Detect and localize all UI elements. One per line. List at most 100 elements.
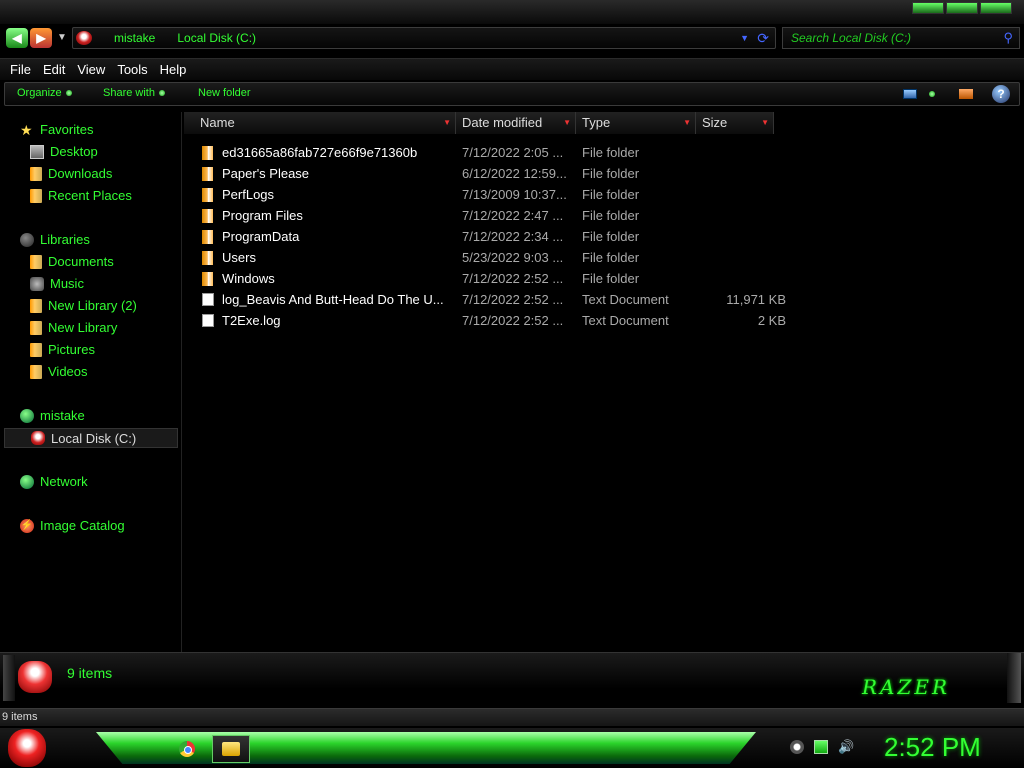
file-date: 7/13/2009 10:37... xyxy=(462,187,567,202)
back-button[interactable]: ◀ xyxy=(6,28,28,48)
column-size[interactable]: Size ▼ xyxy=(696,112,774,134)
details-item-count: 9 items xyxy=(67,665,113,681)
file-name: ProgramData xyxy=(222,229,300,244)
address-row: ◀ ▶ ▼ mistake Local Disk (C:) ▼ ⟳ ⚲ xyxy=(0,26,1024,52)
file-row[interactable]: Paper's Please 6/12/2022 12:59... File f… xyxy=(202,164,802,184)
nav-label: Favorites xyxy=(40,122,94,137)
nav-image-catalog[interactable]: ⚡ Image Catalog xyxy=(20,518,125,533)
help-icon[interactable]: ? xyxy=(992,85,1010,103)
window-controls xyxy=(912,2,1012,14)
change-view-icon[interactable] xyxy=(903,89,917,99)
volume-icon[interactable]: 🔊 xyxy=(838,740,854,754)
close-button[interactable] xyxy=(980,2,1012,14)
nav-recent-places[interactable]: Recent Places xyxy=(30,188,132,203)
file-row[interactable]: Users 5/23/2022 9:03 ... File folder xyxy=(202,248,802,268)
nav-network[interactable]: Network xyxy=(20,474,88,489)
new-folder-button[interactable]: New folder xyxy=(198,87,251,99)
column-filter-icon[interactable]: ▼ xyxy=(683,112,691,134)
navigation-pane: ★ Favorites Desktop Downloads Recent Plac… xyxy=(0,112,182,652)
folder-icon xyxy=(202,146,213,160)
nav-new-library[interactable]: New Library xyxy=(30,320,117,335)
file-size: 11,971 KB xyxy=(726,292,786,307)
search-input[interactable] xyxy=(791,31,991,45)
file-row[interactable]: ProgramData 7/12/2022 2:34 ... File fold… xyxy=(202,227,802,247)
file-type: File folder xyxy=(582,208,640,223)
nav-documents[interactable]: Documents xyxy=(30,254,114,269)
file-row[interactable]: T2Exe.log 7/12/2022 2:52 ... Text Docume… xyxy=(202,311,802,331)
share-with-button[interactable]: Share with xyxy=(103,87,165,99)
column-name[interactable]: Name ▼ xyxy=(184,112,456,134)
nav-label: Image Catalog xyxy=(40,518,125,533)
view-options-dot-icon[interactable] xyxy=(929,91,935,97)
menu-file[interactable]: File xyxy=(4,62,37,77)
column-type[interactable]: Type ▼ xyxy=(576,112,696,134)
system-tray: 🔊 xyxy=(790,740,854,754)
maximize-button[interactable] xyxy=(946,2,978,14)
file-name: log_Beavis And Butt-Head Do The U... xyxy=(222,292,444,307)
nav-label: Recent Places xyxy=(48,188,132,203)
show-hidden-icons-icon[interactable] xyxy=(790,740,804,754)
organize-button[interactable]: Organize xyxy=(17,87,72,99)
address-dropdown-icon[interactable]: ▼ xyxy=(740,33,749,43)
breadcrumb-computer[interactable]: mistake xyxy=(114,31,155,45)
nav-new-library-2[interactable]: New Library (2) xyxy=(30,298,137,313)
nav-favorites[interactable]: ★ Favorites xyxy=(20,122,93,137)
file-row[interactable]: PerfLogs 7/13/2009 10:37... File folder xyxy=(202,185,802,205)
file-name: Windows xyxy=(222,271,275,286)
library-icon xyxy=(30,298,42,313)
text-document-icon xyxy=(202,293,214,306)
nav-computer[interactable]: mistake xyxy=(20,408,85,423)
file-row[interactable]: Windows 7/12/2022 2:52 ... File folder xyxy=(202,269,802,289)
file-row[interactable]: log_Beavis And Butt-Head Do The U... 7/1… xyxy=(202,290,802,310)
menu-edit[interactable]: Edit xyxy=(37,62,71,77)
folder-icon xyxy=(202,209,213,223)
status-bar: 9 items xyxy=(0,708,1024,726)
column-date-modified[interactable]: Date modified ▼ xyxy=(456,112,576,134)
nav-label: Documents xyxy=(48,254,114,269)
minimize-button[interactable] xyxy=(912,2,944,14)
start-button[interactable] xyxy=(8,729,46,767)
column-filter-icon[interactable]: ▼ xyxy=(443,112,451,134)
network-tray-icon[interactable] xyxy=(814,740,828,754)
search-box[interactable]: ⚲ xyxy=(782,27,1020,49)
taskbar-explorer[interactable] xyxy=(212,735,250,763)
back-arrow-icon: ◀ xyxy=(12,31,22,45)
nav-music[interactable]: Music xyxy=(30,276,84,291)
menu-help[interactable]: Help xyxy=(154,62,193,77)
folder-icon xyxy=(202,272,213,286)
column-filter-icon[interactable]: ▼ xyxy=(761,112,769,134)
column-filter-icon[interactable]: ▼ xyxy=(563,112,571,134)
file-date: 7/12/2022 2:34 ... xyxy=(462,229,564,244)
file-type: File folder xyxy=(582,145,640,160)
menu-view[interactable]: View xyxy=(71,62,111,77)
refresh-icon[interactable]: ⟳ xyxy=(757,30,769,47)
nav-local-disk[interactable]: Local Disk (C:) xyxy=(4,428,178,448)
file-date: 7/12/2022 2:52 ... xyxy=(462,292,564,307)
address-bar[interactable]: mistake Local Disk (C:) ▼ ⟳ xyxy=(72,27,776,49)
nav-desktop[interactable]: Desktop xyxy=(30,144,98,159)
file-row[interactable]: Program Files 7/12/2022 2:47 ... File fo… xyxy=(202,206,802,226)
folder-icon xyxy=(202,251,213,265)
search-icon[interactable]: ⚲ xyxy=(1003,30,1013,46)
nav-libraries[interactable]: Libraries xyxy=(20,232,90,247)
recent-pages-dropdown[interactable]: ▼ xyxy=(57,32,67,43)
text-document-icon xyxy=(202,314,214,327)
preview-pane-icon[interactable] xyxy=(959,89,973,99)
file-row[interactable]: ed31665a86fab727e66f9e71360b 7/12/2022 2… xyxy=(202,143,802,163)
folder-icon xyxy=(222,742,240,756)
nav-downloads[interactable]: Downloads xyxy=(30,166,112,181)
file-name: Paper's Please xyxy=(222,166,310,181)
file-name: Program Files xyxy=(222,208,303,223)
file-name: ed31665a86fab727e66f9e71360b xyxy=(222,145,418,160)
nav-pictures[interactable]: Pictures xyxy=(30,342,95,357)
breadcrumb-local-disk[interactable]: Local Disk (C:) xyxy=(177,31,256,45)
nav-videos[interactable]: Videos xyxy=(30,364,88,379)
clock[interactable]: 2:52 PM xyxy=(884,732,981,763)
file-type: File folder xyxy=(582,271,640,286)
taskbar-chrome[interactable] xyxy=(168,735,206,763)
downloads-folder-icon xyxy=(30,166,42,181)
menu-tools[interactable]: Tools xyxy=(111,62,153,77)
nav-label: Network xyxy=(40,474,88,489)
forward-button[interactable]: ▶ xyxy=(30,28,52,48)
details-pane-scroll[interactable] xyxy=(1007,653,1021,703)
